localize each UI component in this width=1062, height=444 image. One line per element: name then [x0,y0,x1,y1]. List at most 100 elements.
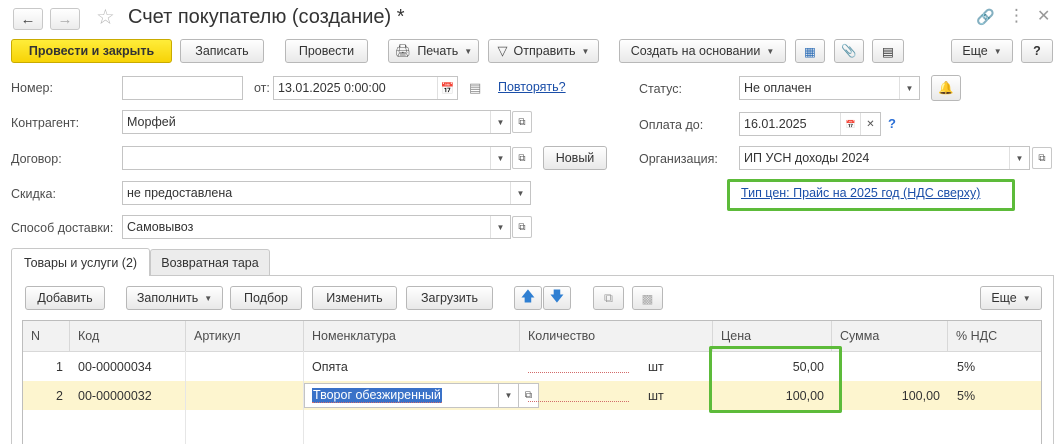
price-type-link[interactable]: Тип цен: Прайс на 2025 год (НДС сверху) [741,186,980,200]
pay-until-value: 16.01.2025 [744,117,807,131]
date-from-label: от: [254,81,270,95]
table-row[interactable]: 2 00-00000032 Творог обезжиренный ▼ ⧉ шт… [23,381,1041,410]
open-delivery-icon[interactable]: ⧉ [512,216,532,238]
number-label: Номер: [11,81,53,95]
org-field[interactable]: ИП УСН доходы 2024 ▼ [739,146,1030,170]
new-contract-button[interactable]: Новый [543,146,607,170]
calendar-icon[interactable]: 📅 [437,77,457,99]
favorite-star-icon[interactable]: ☆ [96,5,115,30]
row-sum [832,352,940,381]
chevron-down-icon[interactable]: ▼ [490,147,510,169]
print-button[interactable]: 🖨 Печать ▼ [388,39,479,63]
pick-button[interactable]: Подбор [230,286,302,310]
create-based-button[interactable]: Создать на основании ▼ [619,39,786,63]
move-down-button[interactable]: 🡇 [543,286,571,310]
status-field[interactable]: Не оплачен ▼ [739,76,920,100]
paste-button[interactable]: ▩ [632,286,663,310]
chevron-down-icon: ▼ [464,46,473,56]
add-row-button[interactable]: Добавить [25,286,105,310]
column-header-n[interactable]: N [23,321,70,352]
chevron-down-icon: ▼ [766,46,775,56]
post-button[interactable]: Провести [285,39,368,63]
menu-dots-icon[interactable]: ⋮ [1008,6,1025,26]
discount-field[interactable]: не предоставлена ▼ [122,181,531,205]
contract-field[interactable]: ▼ [122,146,511,170]
arrow-left-icon: ← [20,10,36,28]
report-button[interactable]: ▤ [872,39,904,63]
pay-until-field[interactable]: 16.01.2025 📅 ✕ [739,112,881,136]
column-header-item[interactable]: Номенклатура [304,321,520,352]
chevron-down-icon[interactable]: ▼ [490,111,510,133]
contractor-field[interactable]: Морфей ▼ [122,110,511,134]
tab-goods-services[interactable]: Товары и услуги (2) [11,248,150,276]
structure-icon: ▦ [804,44,816,59]
column-header-price[interactable]: Цена [713,321,832,352]
more-label: Еще [962,44,988,58]
paperclip-icon: 📎 [841,43,857,58]
chevron-down-icon: ▼ [1022,293,1031,303]
goods-table: N Код Артикул Номенклатура Количество Це… [22,320,1042,444]
print-label: Печать [417,44,459,58]
back-button[interactable]: ← [13,8,43,30]
chevron-down-icon: ▼ [581,46,590,56]
help-button[interactable]: ? [1021,39,1053,63]
column-header-code[interactable]: Код [70,321,186,352]
status-label: Статус: [639,82,682,96]
clear-icon[interactable]: ✕ [860,113,880,135]
bell-icon: 🔔 [938,80,954,95]
date-input[interactable]: 13.01.2025 0:00:00 📅 [273,76,458,100]
column-header-sum[interactable]: Сумма [832,321,948,352]
column-header-article[interactable]: Артикул [186,321,304,352]
open-contractor-icon[interactable]: ⧉ [512,111,532,133]
number-input[interactable] [122,76,243,100]
forward-button[interactable]: → [50,8,80,30]
help-icon[interactable]: ? [888,116,896,131]
save-button[interactable]: Записать [180,39,264,63]
chevron-down-icon[interactable]: ▼ [499,383,519,408]
row-vat: 5% [957,388,976,403]
table-row[interactable]: 1 00-00000034 Опята шт 50,00 5% [23,352,1041,381]
link-icon[interactable]: 🔗 [976,8,995,26]
column-divider [303,351,304,444]
column-header-quantity[interactable]: Количество [520,321,713,352]
row-item: Опята [312,359,348,374]
row-sum: 100,00 [901,388,940,403]
row-quantity[interactable] [528,352,629,381]
comment-icon[interactable]: ▤ [469,80,481,96]
date-value: 13.01.2025 0:00:00 [278,81,386,95]
more-button[interactable]: Еще ▼ [951,39,1013,63]
item-edit-field[interactable]: Творог обезжиренный [304,383,499,408]
send-button[interactable]: ▽ Отправить ▼ [488,39,599,63]
fill-label: Заполнить [136,291,199,305]
post-and-close-button[interactable]: Провести и закрыть [11,39,172,63]
row-quantity[interactable] [528,381,629,410]
chevron-down-icon[interactable]: ▼ [1009,147,1029,169]
notification-button[interactable]: 🔔 [931,75,961,101]
attach-button[interactable]: 📎 [834,39,864,63]
chevron-down-icon[interactable]: ▼ [490,216,510,238]
repeat-link[interactable]: Повторять? [498,80,566,94]
copy-button[interactable]: ⧉ [593,286,624,310]
chevron-down-icon[interactable]: ▼ [510,182,530,204]
row-number: 2 [56,388,63,403]
delivery-label: Способ доставки: [11,221,114,235]
table-more-button[interactable]: Еще ▼ [980,286,1042,310]
tab-returnable-containers[interactable]: Возвратная тара [150,249,270,276]
fill-button[interactable]: Заполнить ▼ [126,286,223,310]
contractor-label: Контрагент: [11,116,80,130]
move-up-button[interactable]: 🡅 [514,286,542,310]
delivery-value: Самовывоз [127,220,194,234]
calendar-icon[interactable]: 📅 [840,113,860,135]
open-contract-icon[interactable]: ⧉ [512,147,532,169]
row-code: 00-00000034 [78,359,152,374]
row-price: 100,00 [785,388,824,403]
funnel-send-icon: ▽ [497,43,508,58]
structure-button[interactable]: ▦ [795,39,825,63]
chevron-down-icon[interactable]: ▼ [899,77,919,99]
change-button[interactable]: Изменить [312,286,397,310]
open-org-icon[interactable]: ⧉ [1032,147,1052,169]
close-icon[interactable]: ✕ [1037,6,1050,26]
load-button[interactable]: Загрузить [406,286,493,310]
delivery-field[interactable]: Самовывоз ▼ [122,215,511,239]
column-header-vat[interactable]: % НДС [948,321,1041,352]
